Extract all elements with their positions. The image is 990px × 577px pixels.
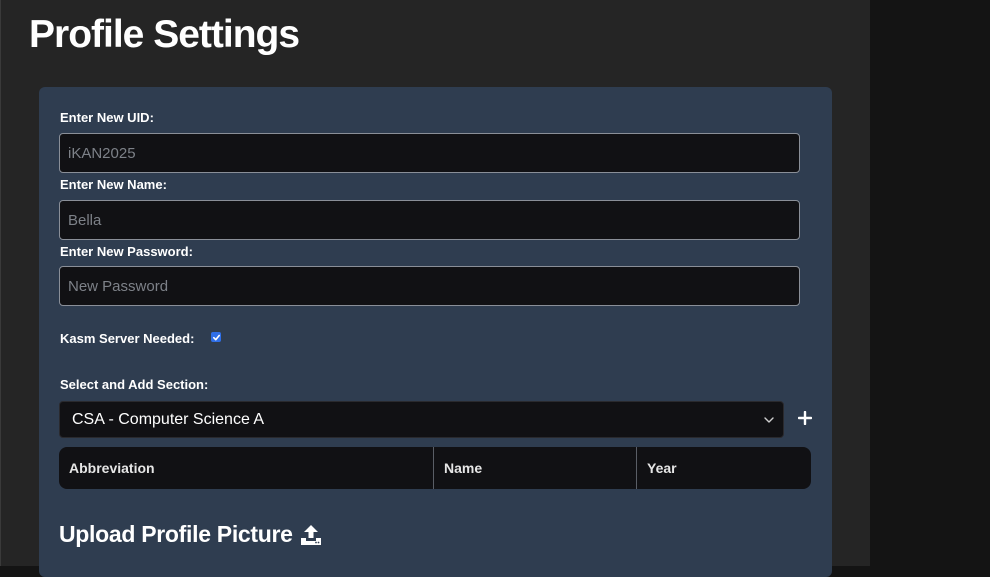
uid-input[interactable] (59, 133, 800, 173)
profile-settings-panel: Enter New UID: Enter New Name: Enter New… (39, 87, 832, 577)
section-label: Select and Add Section: (60, 377, 209, 392)
chevron-down-icon (764, 417, 774, 423)
check-icon (212, 334, 220, 340)
sections-table-header: Abbreviation Name Year (59, 447, 811, 489)
add-section-button[interactable] (794, 405, 816, 431)
name-input[interactable] (59, 200, 800, 240)
column-header-name: Name (433, 447, 636, 489)
password-input[interactable] (59, 266, 800, 306)
password-label: Enter New Password: (60, 244, 193, 259)
upload-profile-picture-heading: Upload Profile Picture (59, 521, 323, 548)
upload-icon[interactable] (299, 523, 323, 547)
column-header-abbreviation: Abbreviation (69, 460, 155, 476)
column-header-year: Year (636, 447, 811, 489)
section-select-value: CSA - Computer Science A (72, 410, 265, 428)
upload-heading-text: Upload Profile Picture (59, 521, 293, 547)
section-select[interactable]: CSA - Computer Science A (59, 401, 784, 438)
kasm-label: Kasm Server Needed: (60, 331, 195, 346)
uid-label: Enter New UID: (60, 110, 154, 125)
main-content: Profile Settings Enter New UID: Enter Ne… (0, 0, 870, 577)
name-label: Enter New Name: (60, 177, 167, 192)
plus-icon (798, 411, 812, 425)
right-pane (870, 0, 990, 566)
kasm-checkbox[interactable] (211, 332, 221, 342)
page-title: Profile Settings (29, 13, 300, 56)
